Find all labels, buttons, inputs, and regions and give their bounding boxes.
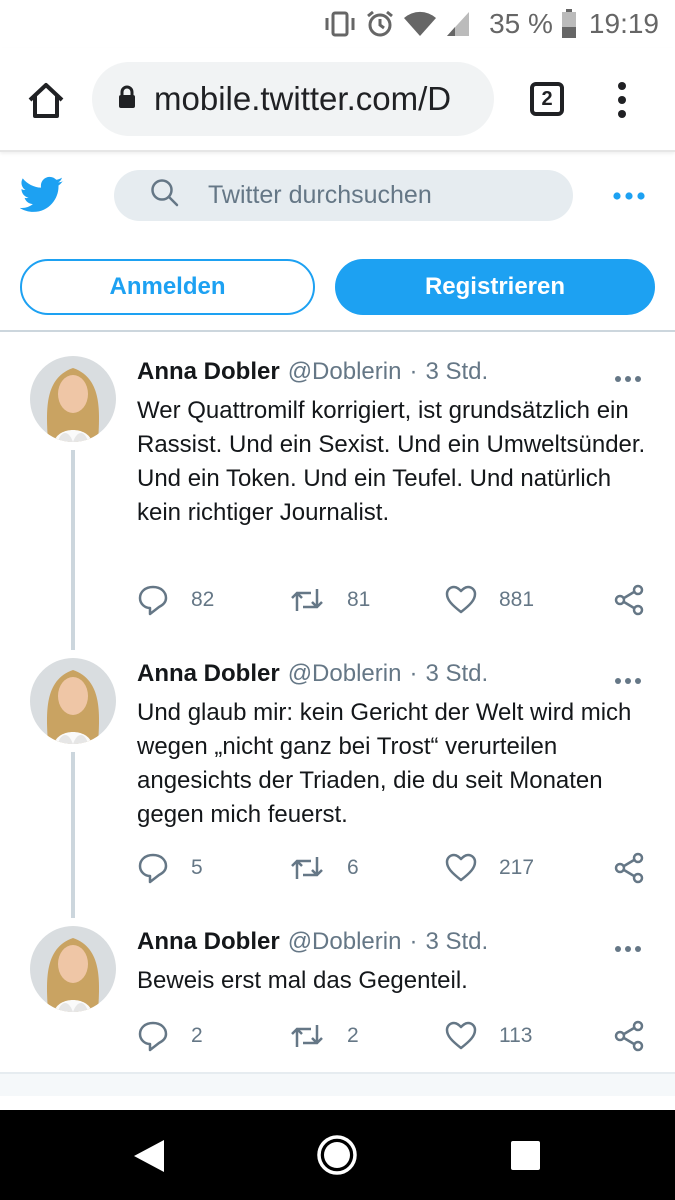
tweet[interactable]: Anna Dobler @Doblerin · 3 Std. Und glaub… — [0, 658, 675, 920]
battery-percent: 35 % — [489, 8, 553, 39]
author-handle[interactable]: @Doblerin — [288, 928, 402, 956]
avatar[interactable] — [30, 356, 116, 442]
author-name[interactable]: Anna Dobler — [137, 928, 280, 956]
reply-button[interactable]: 5 — [137, 848, 203, 888]
wifi-icon — [403, 10, 437, 38]
reply-button[interactable]: 2 — [137, 1016, 203, 1056]
like-button[interactable]: 881 — [445, 580, 534, 620]
author-handle[interactable]: @Doblerin — [288, 660, 402, 688]
tweet-more-icon[interactable] — [614, 370, 642, 388]
share-button[interactable] — [613, 1016, 645, 1056]
clock: 19:19 — [588, 8, 659, 39]
register-button[interactable]: Registrieren — [335, 259, 655, 315]
retweet-count: 81 — [347, 588, 371, 611]
separator: · — [409, 928, 418, 955]
twitter-logo-icon[interactable] — [19, 176, 64, 219]
thread-line — [71, 450, 75, 650]
author-name[interactable]: Anna Dobler — [137, 660, 280, 688]
separator: · — [409, 660, 418, 687]
retweet-count: 2 — [347, 1024, 359, 1047]
search-input[interactable]: Twitter durchsuchen — [114, 170, 573, 221]
share-icon — [614, 852, 644, 884]
retweet-button[interactable]: 2 — [289, 1016, 359, 1056]
tweet[interactable]: Anna Dobler @Doblerin · 3 Std. Beweis er… — [0, 926, 675, 1066]
tweet-text: Beweis erst mal das Gegenteil. — [137, 967, 468, 994]
author-name[interactable]: Anna Dobler — [137, 358, 280, 386]
separator: · — [409, 358, 418, 385]
reply-count: 5 — [191, 856, 203, 879]
reply-icon — [138, 1021, 168, 1052]
status-bar: 35 % 19:19 — [0, 0, 675, 48]
lock-icon — [118, 85, 136, 114]
tweet-more-icon[interactable] — [614, 940, 642, 958]
system-nav-bar — [0, 1110, 675, 1200]
share-icon — [614, 584, 644, 616]
battery-icon — [561, 9, 577, 39]
reply-icon — [138, 853, 168, 884]
share-icon — [614, 1020, 644, 1052]
timeline-divider — [0, 1072, 675, 1096]
avatar[interactable] — [30, 658, 116, 744]
retweet-count: 6 — [347, 856, 359, 879]
tweet-more-icon[interactable] — [614, 672, 642, 690]
share-button[interactable] — [613, 848, 645, 888]
more-options-icon[interactable] — [612, 188, 646, 206]
url-bar[interactable]: mobile.twitter.com/D — [92, 62, 494, 136]
auth-buttons: Anmelden Registrieren — [0, 236, 675, 332]
back-icon[interactable] — [132, 1138, 166, 1179]
search-icon — [150, 178, 180, 213]
retweet-button[interactable]: 81 — [289, 580, 370, 620]
tweet-actions: 82 81 881 — [137, 580, 657, 620]
like-button[interactable]: 217 — [445, 848, 534, 888]
tweet-actions: 5 6 217 — [137, 848, 657, 888]
alarm-icon — [365, 9, 395, 39]
share-button[interactable] — [613, 580, 645, 620]
nav-home-icon[interactable] — [316, 1134, 358, 1181]
tweet-header: Anna Dobler @Doblerin · 3 Std. — [137, 660, 488, 688]
browser-menu-icon[interactable] — [614, 78, 630, 122]
retweet-icon — [291, 1025, 323, 1047]
tweet-header: Anna Dobler @Doblerin · 3 Std. — [137, 358, 488, 386]
tweet-time[interactable]: 3 Std. — [425, 660, 488, 688]
like-button[interactable]: 113 — [445, 1016, 532, 1056]
twitter-header: Twitter durchsuchen — [0, 152, 675, 236]
tweet-time[interactable]: 3 Std. — [425, 358, 488, 386]
avatar[interactable] — [30, 926, 116, 1012]
like-count: 881 — [499, 588, 535, 611]
reply-button[interactable]: 82 — [137, 580, 214, 620]
thread-line — [71, 752, 75, 918]
login-button[interactable]: Anmelden — [20, 259, 315, 315]
tweet-actions: 2 2 113 — [137, 1016, 657, 1056]
author-handle[interactable]: @Doblerin — [288, 358, 402, 386]
tweet-header: Anna Dobler @Doblerin · 3 Std. — [137, 928, 488, 956]
url-text: mobile.twitter.com/D — [154, 80, 452, 117]
reply-count: 2 — [191, 1024, 203, 1047]
tab-switcher-button[interactable]: 2 — [530, 82, 564, 116]
recent-apps-icon[interactable] — [511, 1141, 540, 1170]
like-count: 113 — [499, 1024, 533, 1047]
search-placeholder: Twitter durchsuchen — [208, 181, 432, 209]
retweet-icon — [291, 857, 323, 879]
home-icon[interactable] — [24, 78, 68, 122]
browser-toolbar: mobile.twitter.com/D 2 — [0, 48, 675, 152]
heart-icon — [445, 585, 477, 614]
reply-icon — [138, 585, 168, 616]
heart-icon — [445, 853, 477, 882]
like-count: 217 — [499, 856, 535, 879]
heart-icon — [445, 1021, 477, 1050]
vibrate-icon — [323, 10, 357, 38]
tweet[interactable]: Anna Dobler @Doblerin · 3 Std. Wer Quatt… — [0, 356, 675, 652]
retweet-icon — [291, 589, 323, 611]
signal-icon — [445, 10, 471, 38]
tweet-text: Wer Quattromilf korrigiert, ist grundsät… — [137, 397, 646, 526]
tab-count: 2 — [541, 87, 553, 110]
tweet-text: Und glaub mir: kein Gericht der Welt wir… — [137, 699, 632, 828]
reply-count: 82 — [191, 588, 215, 611]
tweet-time[interactable]: 3 Std. — [425, 928, 488, 956]
retweet-button[interactable]: 6 — [289, 848, 359, 888]
